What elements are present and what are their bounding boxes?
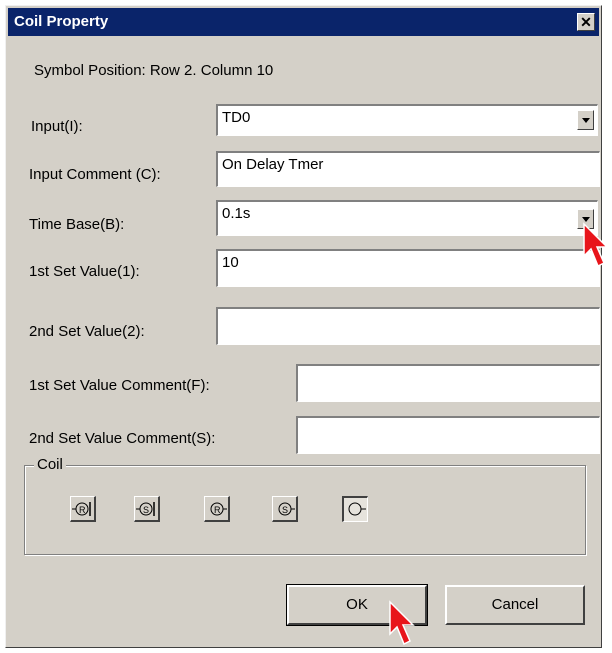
set-edge-coil-button[interactable]: S	[134, 496, 160, 522]
set-value-1-field[interactable]: 10	[216, 249, 600, 287]
normal-coil-button[interactable]	[342, 496, 368, 522]
set-edge-coil-icon: S	[136, 502, 155, 516]
title-bar[interactable]: Coil Property ✕	[8, 8, 599, 36]
cursor-arrow-icon	[389, 600, 415, 646]
set-value-2-label: 2nd Set Value(2):	[29, 323, 145, 340]
set-value-1-value: 10	[222, 254, 239, 271]
input-comment-label: Input Comment (C):	[29, 166, 161, 183]
set-value-2-comment-label: 2nd Set Value Comment(S):	[29, 430, 216, 447]
svg-text:S: S	[143, 505, 149, 515]
set-coil-icon: S	[278, 502, 295, 516]
set-value-1-label: 1st Set Value(1):	[29, 263, 140, 280]
symbol-position-text: Symbol Position: Row 2. Column 10	[34, 62, 274, 79]
set-value-2-field[interactable]	[216, 307, 600, 345]
input-comment-field[interactable]: On Delay Tmer	[216, 151, 600, 187]
input-value: TD0	[222, 109, 251, 126]
cancel-button[interactable]: Cancel	[445, 585, 585, 625]
time-base-label: Time Base(B):	[29, 216, 125, 233]
reset-coil-icon: R	[210, 502, 227, 516]
close-icon: ✕	[580, 14, 592, 30]
time-base-value: 0.1s	[222, 205, 251, 222]
reset-coil-button[interactable]: R	[204, 496, 230, 522]
set-coil-button[interactable]: S	[272, 496, 298, 522]
input-label: Input(I):	[31, 118, 83, 135]
svg-text:S: S	[282, 505, 288, 515]
close-button[interactable]: ✕	[577, 13, 595, 31]
cursor-arrow-icon	[583, 222, 609, 268]
set-value-2-comment-field[interactable]	[296, 416, 600, 454]
svg-text:R: R	[214, 505, 221, 515]
coil-group-label: Coil	[34, 456, 66, 473]
input-dropdown-arrow-icon[interactable]	[577, 110, 594, 130]
input-combobox[interactable]: TD0	[216, 104, 598, 136]
reset-edge-coil-button[interactable]: R	[70, 496, 96, 522]
coil-groupbox	[24, 465, 586, 555]
time-base-combobox[interactable]: 0.1s	[216, 200, 598, 236]
svg-text:R: R	[79, 505, 86, 515]
set-value-1-comment-field[interactable]	[296, 364, 600, 402]
dialog-title: Coil Property	[14, 13, 109, 30]
set-value-1-comment-label: 1st Set Value Comment(F):	[29, 377, 210, 394]
input-comment-value: On Delay Tmer	[222, 156, 324, 173]
normal-coil-icon	[348, 502, 366, 516]
reset-edge-coil-icon: R	[72, 502, 91, 516]
